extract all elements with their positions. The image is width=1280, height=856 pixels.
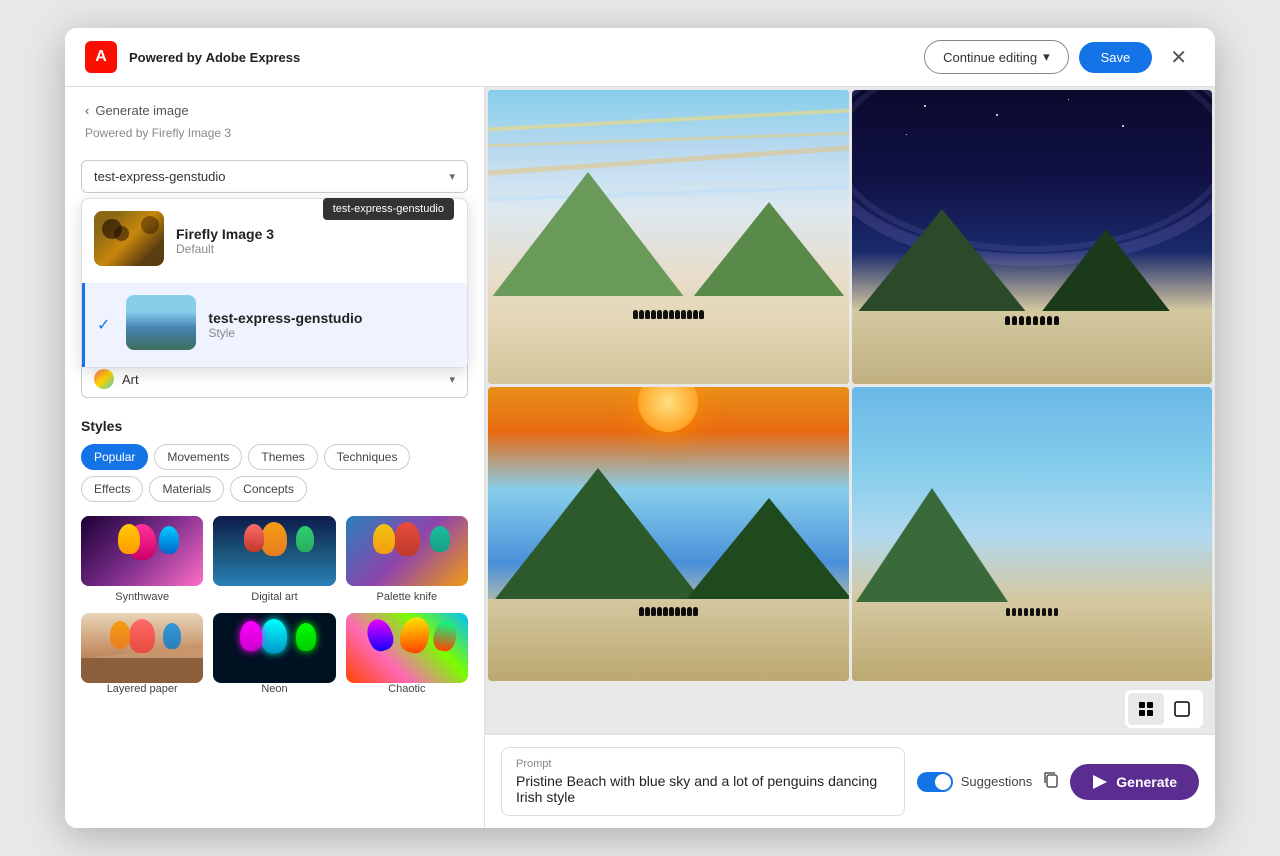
modal-header: A Powered by Adobe Express Continue edit… <box>65 28 1215 87</box>
single-icon <box>1174 701 1190 717</box>
test-option-text: test-express-genstudio Style <box>208 310 455 340</box>
left-panel: ‹ Generate image Powered by Firefly Imag… <box>65 87 485 828</box>
toggle-knob <box>935 774 951 790</box>
copy-icon[interactable] <box>1042 770 1060 793</box>
model-dropdown-container: test-express-genstudio ▾ <box>65 150 484 203</box>
model-option-test[interactable]: ✓ test-express-genstudio Style <box>82 283 467 367</box>
synthwave-label: Synthwave <box>115 591 169 603</box>
digital-art-label: Digital art <box>251 591 297 603</box>
style-tag-effects[interactable]: Effects <box>81 476 143 502</box>
model-dropdown-button[interactable]: test-express-genstudio ▾ <box>81 160 468 193</box>
style-item-layered-paper[interactable]: Layered paper <box>81 613 203 695</box>
single-view-button[interactable] <box>1164 693 1200 725</box>
neon-label: Neon <box>261 683 287 695</box>
back-button[interactable]: ‹ Generate image <box>85 103 464 118</box>
art-icon <box>94 369 114 389</box>
firefly-thumb <box>94 211 164 266</box>
prompt-controls: Suggestions Generate <box>917 764 1199 800</box>
firefly-option-sub: Default <box>176 242 455 256</box>
content-type-selected: Art <box>122 372 139 387</box>
generate-icon <box>1092 774 1108 790</box>
prompt-text[interactable]: Pristine Beach with blue sky and a lot o… <box>516 773 890 805</box>
grid-icon <box>1138 701 1154 717</box>
style-item-digital-art[interactable]: Digital art <box>213 516 335 603</box>
modal-body: ‹ Generate image Powered by Firefly Imag… <box>65 87 1215 828</box>
adobe-logo: A <box>85 41 117 73</box>
image-cell-3[interactable] <box>488 387 849 681</box>
chevron-down-icon: ▾ <box>1043 49 1050 65</box>
image-cell-2[interactable] <box>852 90 1213 384</box>
style-item-palette-knife[interactable]: Palette knife <box>346 516 468 603</box>
style-tag-popular[interactable]: Popular <box>81 444 148 470</box>
digital-art-thumb <box>213 516 335 586</box>
powered-by-text: Powered by Adobe Express <box>129 50 300 65</box>
generate-button[interactable]: Generate <box>1070 764 1199 800</box>
tooltip-badge: test-express-genstudio <box>323 198 454 220</box>
save-button[interactable]: Save <box>1079 42 1153 73</box>
test-option-sub: Style <box>208 326 455 340</box>
prompt-area: Prompt Pristine Beach with blue sky and … <box>485 734 1215 828</box>
style-tag-themes[interactable]: Themes <box>248 444 317 470</box>
style-item-synthwave[interactable]: Synthwave <box>81 516 203 603</box>
grid-view-button[interactable] <box>1128 693 1164 725</box>
image-cell-4[interactable] <box>852 387 1213 681</box>
model-dropdown-menu: Firefly Image 3 Default ✓ test-express-g… <box>81 198 468 368</box>
image-cell-1[interactable] <box>488 90 849 384</box>
chaotic-label: Chaotic <box>388 683 425 695</box>
prompt-label: Prompt <box>516 758 890 770</box>
close-button[interactable]: ✕ <box>1162 41 1195 74</box>
header-left: A Powered by Adobe Express <box>85 41 300 73</box>
image-grid <box>485 87 1215 684</box>
style-tag-movements[interactable]: Movements <box>154 444 242 470</box>
view-toggle-bar <box>485 684 1215 734</box>
selected-checkmark: ✓ <box>97 315 110 335</box>
suggestions-label: Suggestions <box>961 774 1033 789</box>
modal: A Powered by Adobe Express Continue edit… <box>65 28 1215 828</box>
panel-title: Generate image <box>95 103 188 118</box>
prompt-box: Prompt Pristine Beach with blue sky and … <box>501 747 905 816</box>
view-toggle <box>1125 690 1203 728</box>
firefly-option-text: Firefly Image 3 Default <box>176 226 455 256</box>
test-thumb <box>126 295 196 350</box>
chevron-down-icon: ▾ <box>449 373 455 386</box>
synthwave-thumb <box>81 516 203 586</box>
suggestions-switch[interactable] <box>917 772 953 792</box>
right-panel: Prompt Pristine Beach with blue sky and … <box>485 87 1215 828</box>
panel-header: ‹ Generate image Powered by Firefly Imag… <box>65 87 484 150</box>
continue-editing-button[interactable]: Continue editing ▾ <box>924 40 1069 74</box>
style-item-neon[interactable]: Neon <box>213 613 335 695</box>
styles-title: Styles <box>81 418 468 434</box>
header-right: Continue editing ▾ Save ✕ <box>924 40 1195 74</box>
back-icon: ‹ <box>85 103 89 118</box>
style-grid: Synthwave Digital art <box>81 516 468 695</box>
layered-paper-label: Layered paper <box>107 683 178 695</box>
model-selected-label: test-express-genstudio <box>94 169 226 184</box>
chevron-down-icon: ▾ <box>449 170 455 183</box>
style-item-chaotic[interactable]: Chaotic <box>346 613 468 695</box>
style-tags: Popular Movements Themes Techniques Effe… <box>81 444 468 502</box>
style-tag-techniques[interactable]: Techniques <box>324 444 411 470</box>
suggestions-toggle: Suggestions <box>917 772 1033 792</box>
styles-section: Styles Popular Movements Themes Techniqu… <box>65 408 484 705</box>
style-tag-concepts[interactable]: Concepts <box>230 476 307 502</box>
firefly-option-name: Firefly Image 3 <box>176 226 455 242</box>
panel-subtitle: Powered by Firefly Image 3 <box>85 126 464 140</box>
test-option-name: test-express-genstudio <box>208 310 455 326</box>
palette-knife-label: Palette knife <box>377 591 438 603</box>
palette-knife-thumb <box>346 516 468 586</box>
style-tag-materials[interactable]: Materials <box>149 476 224 502</box>
